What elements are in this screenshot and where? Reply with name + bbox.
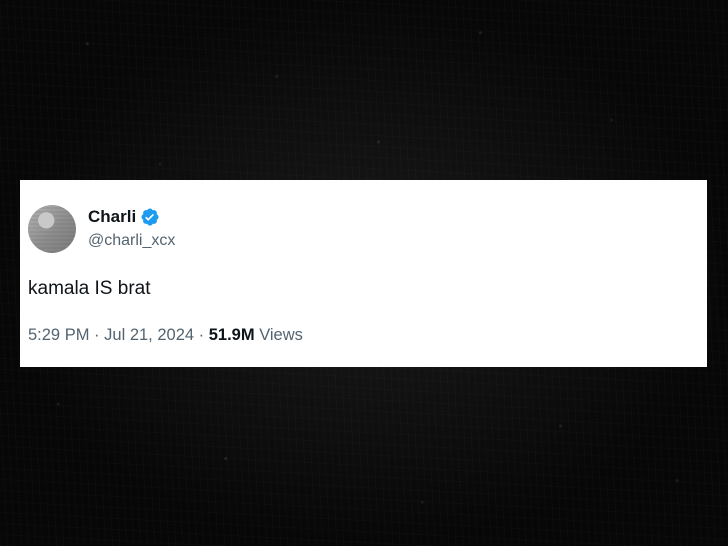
tweet-date[interactable]: Jul 21, 2024 <box>104 326 194 344</box>
handle[interactable]: @charli_xcx <box>88 231 175 251</box>
verified-badge-icon <box>140 207 160 227</box>
meta-separator: · <box>198 326 205 344</box>
views-label: Views <box>259 326 303 344</box>
tweet-text: kamala IS brat <box>28 278 151 299</box>
display-name[interactable]: Charli <box>88 206 136 228</box>
tweet-time[interactable]: 5:29 PM <box>28 326 89 344</box>
meta-separator: · <box>94 326 100 344</box>
views-count[interactable]: 51.9M <box>209 326 255 344</box>
tweet-meta: 5:29 PM · Jul 21, 2024 · 51.9M Views <box>28 325 303 345</box>
author-name-row: Charli <box>88 206 160 228</box>
avatar[interactable] <box>28 205 76 253</box>
tweet-card[interactable]: Charli @charli_xcx kamala IS brat 5:29 P… <box>20 180 707 367</box>
